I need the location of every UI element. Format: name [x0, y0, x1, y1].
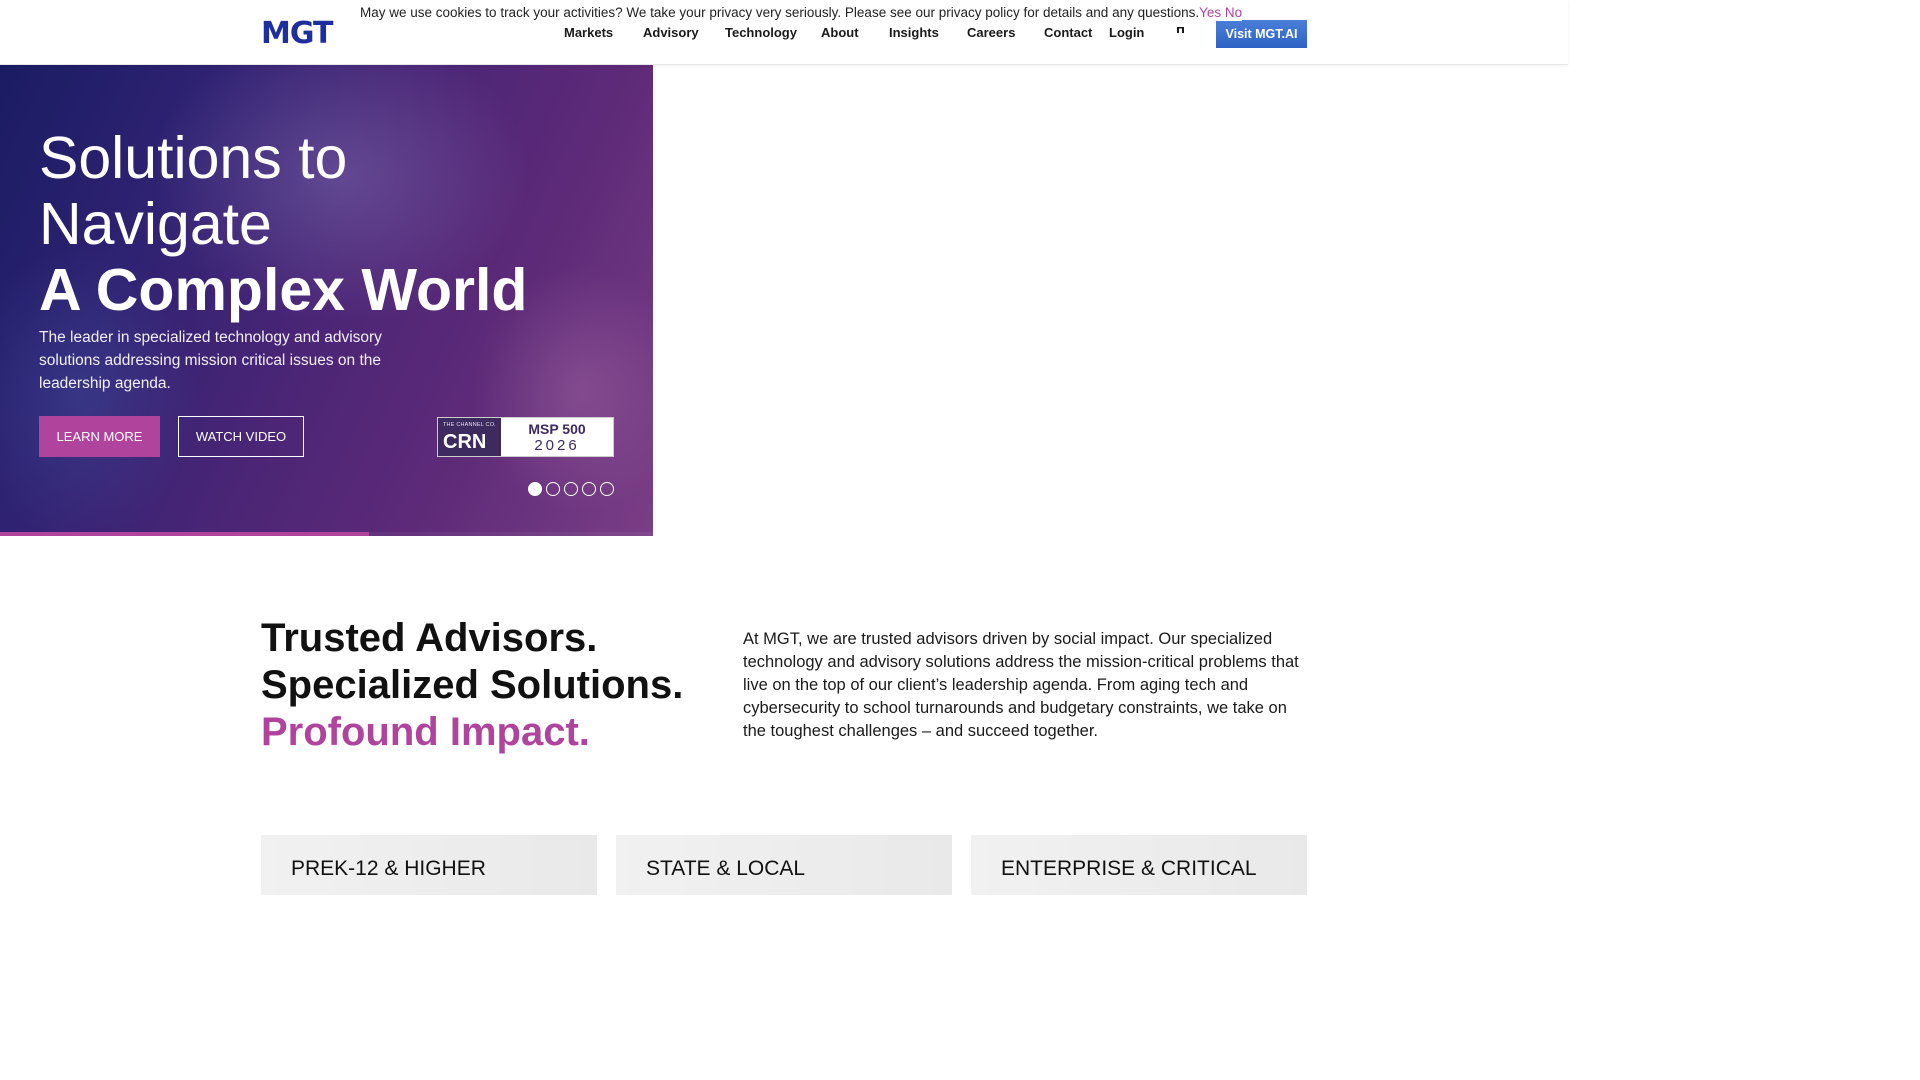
nav-markets[interactable]: Markets	[564, 25, 613, 40]
nav-about[interactable]: About	[821, 25, 859, 40]
slider-dot-2[interactable]	[546, 482, 560, 496]
cookie-no-link[interactable]: No	[1225, 5, 1242, 20]
nav-contact[interactable]: Contact	[1044, 25, 1092, 40]
market-card-education[interactable]: PREK-12 & HIGHER	[261, 835, 597, 895]
intro-heading-line: Specialized Solutions.	[261, 663, 684, 707]
crn-msp-badge: THE CHANNEL CO. CRN MSP 500 2026	[437, 417, 614, 457]
slider-dot-3[interactable]	[564, 482, 578, 496]
slide-progress-track	[0, 532, 653, 536]
msp-award: MSP 500 2026	[501, 418, 613, 456]
hero-subtitle: The leader in specialized technology and…	[39, 329, 382, 392]
cookie-yes-link[interactable]: Yes	[1199, 5, 1221, 20]
nav-insights[interactable]: Insights	[889, 25, 939, 40]
slider-dots	[528, 482, 614, 496]
visit-mgt-ai-button[interactable]: Visit MGT.AI	[1216, 20, 1307, 48]
intro-heading: Trusted Advisors. Specialized Solutions.…	[261, 615, 683, 756]
market-card-enterprise[interactable]: ENTERPRISE & CRITICAL	[971, 835, 1307, 895]
market-card-title: PREK-12 & HIGHER	[291, 857, 486, 880]
crn-badge-small: THE CHANNEL CO.	[443, 422, 496, 428]
market-card-title: ENTERPRISE & CRITICAL	[1001, 857, 1257, 880]
msp-award-title: MSP 500	[528, 421, 586, 437]
learn-more-button[interactable]: LEARN MORE	[39, 416, 160, 457]
nav-login[interactable]: Login	[1109, 25, 1144, 40]
crn-logo: THE CHANNEL CO. CRN	[438, 418, 501, 456]
slider-dot-5[interactable]	[600, 482, 614, 496]
intro-heading-accent: Profound Impact.	[261, 710, 590, 754]
slider-dot-4[interactable]	[582, 482, 596, 496]
market-card-title: STATE & LOCAL	[646, 857, 806, 880]
nav-careers[interactable]: Careers	[967, 25, 1015, 40]
mgt-logo[interactable]: MGT	[261, 18, 333, 50]
cookie-message: May we use cookies to track your activit…	[360, 5, 1200, 20]
hero-banner: Solutions to Navigate A Complex World Th…	[0, 65, 653, 536]
cookie-banner: May we use cookies to track your activit…	[360, 5, 1243, 21]
nav-advisory[interactable]: Advisory	[643, 25, 699, 40]
watch-video-button[interactable]: WATCH VIDEO	[178, 416, 304, 457]
slider-dot-1[interactable]	[528, 482, 542, 496]
hero-title: Solutions to Navigate A Complex World	[39, 125, 527, 323]
market-card-state-local[interactable]: STATE & LOCAL	[616, 835, 952, 895]
msp-award-year: 2026	[534, 437, 580, 454]
crn-badge-brand: CRN	[443, 431, 487, 453]
slide-progress-bar	[0, 532, 369, 536]
hero-title-line: Solutions to	[39, 125, 348, 191]
nav-technology[interactable]: Technology	[725, 25, 797, 40]
intro-body: At MGT, we are trusted advisors driven b…	[743, 630, 1299, 740]
hero-title-line: Navigate	[39, 191, 272, 257]
site-header: MGT May we use cookies to track your act…	[0, 0, 1568, 65]
search-icon[interactable]	[1174, 24, 1188, 38]
hero-title-emphasis: A Complex World	[39, 257, 528, 323]
intro-heading-line: Trusted Advisors.	[261, 616, 598, 660]
